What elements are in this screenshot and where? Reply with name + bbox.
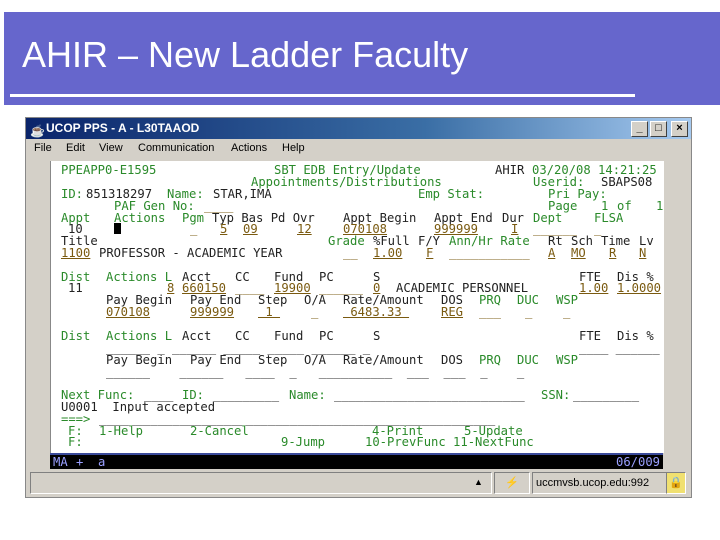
term-appt-values-typ[interactable]: 5 — [220, 223, 227, 235]
term-title-values-code[interactable]: 1100 — [61, 247, 90, 259]
term-fkeys2-k9: 9-Jump — [281, 435, 326, 449]
term-nf-id[interactable]: _________ — [213, 389, 279, 401]
term-appt-headers-actions: Actions — [114, 211, 166, 225]
lock-icon: 🔒 — [666, 472, 686, 494]
term-userid: SBAPS08 — [601, 175, 653, 189]
term-dist1-dis[interactable]: 1.0000 — [617, 282, 661, 294]
term-title-values-name[interactable]: PROFESSOR - ACADEMIC YEAR — [99, 247, 282, 259]
minimize-button[interactable]: _ — [631, 121, 648, 137]
oia-mode: MA — [53, 455, 68, 469]
window-title: UCOP PPS - A - L30TAAOD — [46, 121, 200, 135]
term-title-values-rt[interactable]: A — [548, 247, 555, 259]
term-pay1-dos[interactable]: REG — [441, 306, 463, 318]
oia-cursor-position: 06/009 — [616, 455, 661, 469]
term-appt-values-pgm[interactable]: _ — [190, 223, 197, 235]
scroll-up-arrow-icon[interactable]: ▲ — [474, 477, 483, 487]
window-titlebar[interactable]: ☕ UCOP PPS - A - L30TAAOD _ □ × — [26, 118, 691, 139]
slide-title: AHIR – New Ladder Faculty — [22, 34, 469, 75]
term-fkeys2-f: F: — [68, 435, 83, 449]
connection-icon: ⚡ — [494, 472, 530, 494]
terminal-screen[interactable]: PPEAPP0-E1595 SBT EDB Entry/Update AHIR 03/… — [50, 161, 664, 453]
term-ssn[interactable]: _________ — [573, 389, 639, 401]
menu-edit[interactable]: Edit — [66, 139, 85, 157]
term-pay1-step[interactable]: 1 — [258, 306, 280, 318]
menu-communication[interactable]: Communication — [138, 139, 214, 157]
host-address: uccmvsb.ucop.edu:992 — [532, 472, 667, 494]
term-appt-values-bas[interactable]: 09 — [243, 223, 258, 235]
term-dist1-dist[interactable]: 11 — [68, 282, 83, 294]
term-pay2-blank[interactable]: ______ ______ ____ _ __________ ___ ___ … — [106, 366, 524, 378]
term-pay1-prq[interactable]: ___ — [479, 306, 501, 318]
terminal-window: ☕ UCOP PPS - A - L30TAAOD _ □ × File Edi… — [25, 117, 692, 498]
term-screen-id: PPEAPP0-E1595 — [61, 163, 157, 177]
menu-actions[interactable]: Actions — [231, 139, 267, 157]
term-fkeys1-k1: 1-Help — [99, 424, 144, 438]
term-emp-stat-label: Emp Stat: — [418, 187, 485, 201]
term-title-values-sch[interactable]: MO — [571, 247, 586, 259]
term-subtitle: Appointments/Distributions — [251, 175, 442, 189]
term-title-values-lv[interactable]: N — [639, 247, 646, 259]
term-system: AHIR — [495, 163, 525, 177]
title-rule — [10, 94, 635, 97]
status-message-field — [30, 472, 492, 494]
term-pay1-rate[interactable]: 6483.33 — [343, 306, 409, 318]
term-id-label: ID: — [61, 187, 84, 201]
term-pay1-duc[interactable]: _ — [525, 306, 532, 318]
term-title-values-rate[interactable]: ___________ — [449, 247, 530, 259]
term-title-values-time[interactable]: R — [609, 247, 616, 259]
term-dist-headers-dist: Dist — [61, 329, 91, 343]
term-title-values-fy[interactable]: F — [426, 247, 433, 259]
term-pay1-begin[interactable]: 070108 — [106, 306, 150, 318]
term-pay-headers-wsp: WSP — [556, 353, 579, 367]
term-ssn-label: SSN: — [541, 388, 571, 402]
term-title-values-full[interactable]: 1.00 — [373, 247, 402, 259]
term-pay1-oa[interactable]: _ — [311, 306, 318, 318]
menu-help[interactable]: Help — [282, 139, 305, 157]
term-dist1-fte[interactable]: 1.00 — [579, 282, 608, 294]
term-dist2-fte-blank[interactable]: ____ ______ — [579, 342, 660, 354]
term-page-total: 1 — [656, 199, 664, 213]
menu-file[interactable]: File — [34, 139, 52, 157]
term-fkeys1-k2: 2-Cancel — [190, 424, 249, 438]
term-fkeys2-k10: 10-PrevFunc 11-NextFunc — [365, 435, 534, 449]
oia-input-mode: a — [98, 455, 106, 469]
term-dist-headers-s: S — [373, 329, 381, 343]
term-appt-values-ovr[interactable]: 12 — [297, 223, 312, 235]
term-pay1-wsp[interactable]: _ — [563, 306, 570, 318]
actions-field-cursor[interactable] — [114, 223, 121, 234]
term-pay1-end[interactable]: 999999 — [190, 306, 234, 318]
menu-view[interactable]: View — [99, 139, 123, 157]
term-dist-headers-actions: Actions L — [106, 270, 173, 284]
maximize-button[interactable]: □ — [650, 121, 667, 137]
oia-plus: + — [76, 455, 84, 469]
term-name-label: Name: — [289, 388, 326, 402]
close-button[interactable]: × — [671, 121, 688, 137]
menu-bar: File Edit View Communication Actions Hel… — [26, 139, 691, 157]
term-nf-name[interactable]: __________________________ — [334, 389, 525, 401]
term-command[interactable]: ________________________________________… — [99, 413, 495, 425]
term-title-values-grade[interactable]: __ — [343, 247, 358, 259]
terminal-status-line: MA + a 06/009 — [50, 453, 663, 469]
